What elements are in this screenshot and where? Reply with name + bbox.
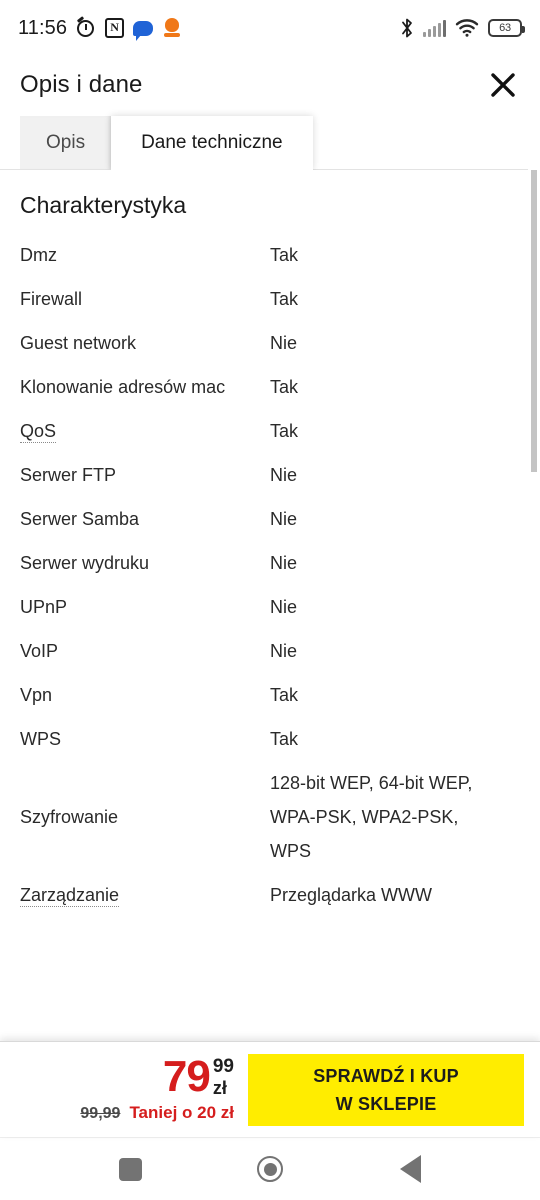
price-integer: 79	[162, 1051, 211, 1101]
table-row: Serwer Samba Nie	[20, 497, 520, 541]
tab-opis[interactable]: Opis	[20, 116, 112, 170]
spec-value: Tak	[270, 245, 299, 265]
status-time: 11:56	[18, 16, 68, 39]
tab-bar: Opis Dane techniczne	[0, 114, 540, 170]
spec-label: Dmz	[20, 245, 57, 265]
price-subline: 99,99 Taniej o 20 zł	[80, 1103, 234, 1123]
app-screen: 11:56 N 63 Opis i dane Opis Dane technic…	[0, 0, 540, 1200]
home-circle-icon	[257, 1156, 283, 1182]
spec-value: Nie	[270, 465, 298, 485]
spec-value: Nie	[270, 641, 298, 661]
spec-value: Nie	[270, 597, 298, 617]
current-price: 79 99 zł	[162, 1051, 234, 1101]
alarm-icon	[76, 16, 96, 38]
spec-label: Guest network	[20, 333, 137, 353]
close-button[interactable]	[486, 68, 520, 102]
spec-value: Przeglądarka WWW	[270, 885, 433, 905]
spec-label: Zarządzanie	[20, 878, 270, 912]
nfc-icon	[105, 18, 125, 38]
wifi-icon	[455, 19, 479, 37]
spec-value: 128-bit WEP, 64-bit WEP, WPA-PSK, WPA2-P…	[270, 773, 473, 861]
tab-dane-techniczne[interactable]: Dane techniczne	[111, 116, 313, 170]
app-icon	[162, 18, 182, 38]
scrollbar-thumb[interactable]	[531, 170, 537, 472]
spec-label: Serwer FTP	[20, 465, 117, 485]
android-nav-bar	[0, 1137, 540, 1200]
spec-value: Nie	[270, 509, 298, 529]
table-row: QoS Tak	[20, 409, 520, 453]
spec-value: Tak	[270, 377, 299, 397]
table-row: Klonowanie adresów mac Tak	[20, 365, 520, 409]
spec-label: VoIP	[20, 641, 59, 661]
spec-label: Serwer wydruku	[20, 553, 150, 573]
status-bar-right: 63	[400, 17, 525, 39]
price-bar: 79 99 zł 99,99 Taniej o 20 zł SPRAWDŹ I …	[0, 1041, 540, 1137]
cta-line-2: W SKLEPIE	[335, 1093, 437, 1114]
spec-label: Klonowanie adresów mac	[20, 377, 226, 397]
spec-label: Firewall	[20, 289, 83, 309]
spec-value: Tak	[270, 685, 299, 705]
buy-in-store-button[interactable]: SPRAWDŹ I KUP W SKLEPIE	[248, 1053, 524, 1126]
price-cents: 99	[212, 1055, 234, 1077]
message-icon	[133, 20, 154, 41]
spec-label: Vpn	[20, 685, 53, 705]
spec-value: Nie	[270, 333, 298, 353]
dialog-header: Opis i dane	[0, 56, 540, 114]
spec-label: WPS	[20, 729, 62, 749]
price-block: 79 99 zł 99,99 Taniej o 20 zł	[0, 1051, 248, 1123]
back-triangle-icon	[399, 1155, 421, 1183]
spec-label-tooltip[interactable]: Zarządzanie	[20, 885, 120, 907]
status-bar-left: 11:56	[18, 16, 182, 41]
table-row: Guest network Nie	[20, 321, 520, 365]
spec-value: Tak	[270, 729, 299, 749]
status-bar: 11:56 N 63	[0, 0, 540, 56]
price-fraction: 99 zł	[213, 1057, 234, 1097]
signal-icon	[423, 19, 446, 37]
price-currency: zł	[212, 1077, 227, 1098]
spec-label: QoS	[20, 414, 270, 448]
table-row: VoIP Nie	[20, 629, 520, 673]
spec-label: Szyfrowanie	[20, 807, 119, 827]
table-row: Firewall Tak	[20, 277, 520, 321]
recents-button[interactable]	[103, 1142, 157, 1196]
old-price: 99,99	[80, 1104, 121, 1122]
section-title: Charakterystyka	[20, 192, 187, 218]
table-row: Szyfrowanie 128-bit WEP, 64-bit WEP, WPA…	[20, 761, 520, 873]
spec-label: Serwer Samba	[20, 509, 140, 529]
table-row: WPS Tak	[20, 717, 520, 761]
spec-content: Charakterystyka Dmz Tak Firewall Tak Gue…	[0, 170, 540, 1041]
home-button[interactable]	[243, 1142, 297, 1196]
back-button[interactable]	[383, 1142, 437, 1196]
cta-line-1: SPRAWDŹ I KUP	[313, 1065, 459, 1086]
battery-level: 63	[499, 21, 511, 34]
table-row: Serwer wydruku Nie	[20, 541, 520, 585]
savings-label: Taniej o 20 zł	[129, 1102, 234, 1122]
spec-value: Nie	[270, 553, 298, 573]
table-row: Zarządzanie Przeglądarka WWW	[20, 873, 520, 917]
battery-icon: 63	[488, 19, 525, 37]
spec-label-tooltip[interactable]: QoS	[20, 421, 57, 443]
table-row: Vpn Tak	[20, 673, 520, 717]
table-row: Serwer FTP Nie	[20, 453, 520, 497]
spec-label: UPnP	[20, 597, 68, 617]
spec-value: Tak	[270, 289, 299, 309]
spec-value: Tak	[270, 421, 299, 441]
table-row: UPnP Nie	[20, 585, 520, 629]
page-title: Opis i dane	[20, 71, 143, 98]
spec-table: Dmz Tak Firewall Tak Guest network Nie K…	[20, 233, 520, 917]
close-icon	[489, 71, 517, 99]
recents-square-icon	[118, 1157, 142, 1181]
table-row: Dmz Tak	[20, 233, 520, 277]
bluetooth-icon	[400, 17, 414, 39]
